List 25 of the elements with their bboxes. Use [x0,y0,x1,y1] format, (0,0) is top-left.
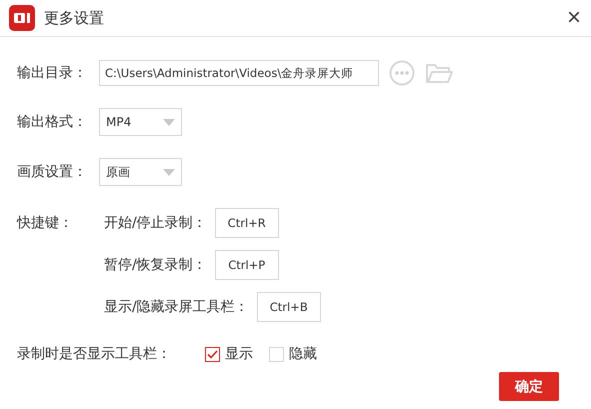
caret-icon [163,118,175,126]
caret-icon [163,168,175,176]
app-logo-icon [9,5,35,31]
field-label: 快捷键： [17,214,74,232]
more-button[interactable] [389,60,415,86]
field-label: 画质设置： [17,163,88,181]
hotkey-label: 暂停/恢复录制： [104,256,207,274]
quality-select[interactable]: 原画 [99,158,182,186]
confirm-button[interactable]: 确定 [499,372,559,401]
output-dir-field[interactable]: C:\Users\Administrator\Videos\金舟录屏大师 [99,60,379,86]
field-label: 输出目录： [17,64,88,82]
option-label: 显示 [225,345,253,363]
option-label: 隐藏 [289,345,317,363]
hotkey-field[interactable]: Ctrl+P [214,250,279,280]
hotkey-field[interactable]: Ctrl+B [256,292,321,322]
folder-button[interactable] [425,61,453,85]
field-label: 输出格式： [17,113,88,131]
window-title: 更多设置 [44,8,105,28]
close-button[interactable]: × [566,6,581,30]
hotkey-label: 显示/隐藏录屏工具栏： [104,298,249,316]
format-select[interactable]: MP4 [99,108,182,136]
field-label: 录制时是否显示工具栏： [17,345,172,363]
hotkey-field[interactable]: Ctrl+R [214,208,279,238]
checkbox[interactable] [205,346,220,362]
hotkey-label: 开始/停止录制： [104,214,207,232]
